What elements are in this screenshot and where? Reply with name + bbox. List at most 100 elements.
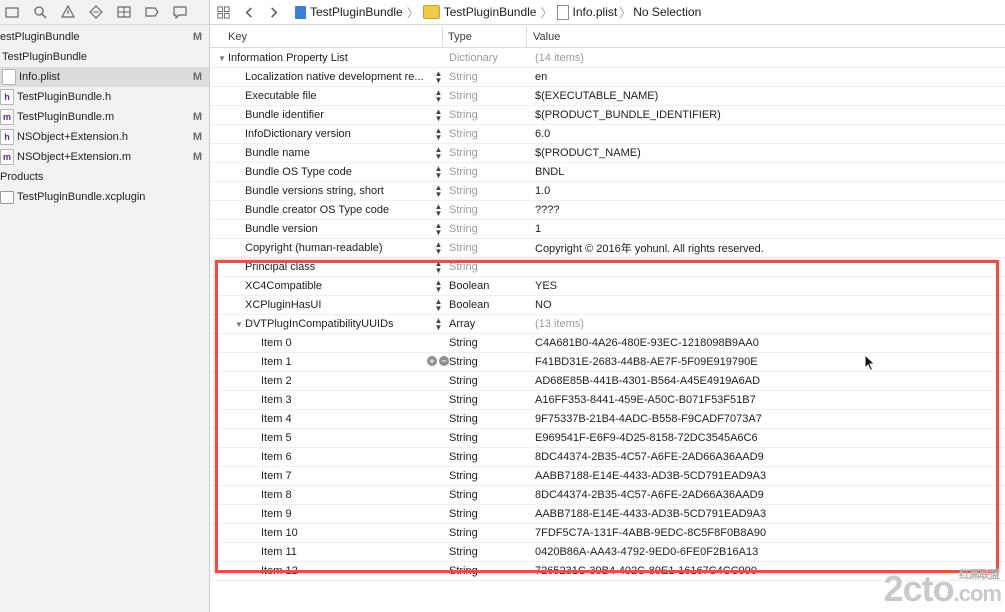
row-key[interactable]: DVTPlugInCompatibilityUUIDs — [245, 318, 394, 330]
file-tree-item[interactable]: TestPluginBundle.xcplugin — [0, 187, 209, 207]
row-value[interactable]: $(PRODUCT_NAME) — [529, 147, 641, 159]
array-item-row[interactable]: Item 0 String C4A681B0-4A26-480E-93EC-1218… — [210, 334, 1005, 353]
plist-entry-row[interactable]: XC4Compatible ▲ ▼ Boolean YES — [210, 277, 1005, 296]
row-value[interactable]: YES — [529, 280, 557, 292]
row-value[interactable]: 7265231C-39B4-402C-89E1-16167C4CC990 — [529, 565, 757, 577]
row-value[interactable]: E969541F-E6F9-4D25-8158-72DC3545A6C6 — [529, 432, 758, 444]
row-key[interactable]: Bundle version — [245, 223, 318, 235]
file-tree-item[interactable]: h NSObject+Extension.h M — [0, 127, 209, 147]
key-stepper-icon[interactable]: ▲ ▼ — [432, 165, 445, 180]
forward-chevron-icon[interactable] — [265, 4, 281, 20]
plist-entry-row[interactable]: Bundle OS Type code ▲ ▼ String BNDL — [210, 163, 1005, 182]
key-stepper-icon[interactable]: ▲ ▼ — [432, 108, 445, 123]
array-item-row[interactable]: Item 1 String F41BD31E-2683-44B8-AE7F-5F09… — [210, 353, 1005, 372]
plist-entry-row[interactable]: Bundle creator OS Type code ▲ ▼ String???? — [210, 201, 1005, 220]
row-type[interactable]: Array — [445, 318, 529, 330]
row-type[interactable]: String — [445, 147, 529, 159]
row-value[interactable]: 1.0 — [529, 185, 550, 197]
row-key[interactable]: Principal class — [245, 261, 315, 273]
row-value[interactable]: AABB7188-E14E-4433-AD3B-5CD791EAD9A3 — [529, 470, 766, 482]
row-key[interactable]: Bundle OS Type code — [245, 166, 352, 178]
array-item-row[interactable]: Item 8 String 8DC44374-2B35-4C57-A6FE-2AD6… — [210, 486, 1005, 505]
row-key[interactable]: Bundle name — [245, 147, 310, 159]
key-stepper-icon[interactable]: ▲ ▼ — [432, 222, 445, 237]
breadcrumb-group[interactable]: TestPluginBundle — [422, 5, 536, 19]
breadcrumb-file[interactable]: Info.plist — [556, 4, 617, 20]
array-item-row[interactable]: Item 3 String A16FF353-8441-459E-A50C-B071… — [210, 391, 1005, 410]
row-type[interactable]: Boolean — [445, 299, 529, 311]
row-value[interactable]: Copyright © 2016年 yohunl. All rights res… — [529, 240, 764, 256]
plist-entry-row[interactable]: Bundle name ▲ ▼ String $(PRODUCT_NAME) — [210, 144, 1005, 163]
row-type[interactable]: String — [445, 185, 529, 197]
row-key[interactable]: Copyright (human-readable) — [245, 242, 383, 254]
row-key[interactable]: XC4Compatible — [245, 280, 322, 292]
row-type[interactable]: String — [445, 413, 529, 425]
key-stepper-icon[interactable]: ▲ ▼ — [432, 184, 445, 199]
search-icon[interactable] — [32, 4, 48, 20]
row-key[interactable]: XCPluginHasUI — [245, 299, 321, 311]
row-type[interactable]: String — [445, 90, 529, 102]
row-type[interactable]: String — [445, 489, 529, 501]
file-tree-item[interactable]: Products — [0, 167, 209, 187]
row-type[interactable]: String — [445, 128, 529, 140]
row-type[interactable]: String — [445, 470, 529, 482]
row-key[interactable]: Item 5 — [261, 432, 292, 444]
warning-icon[interactable] — [60, 4, 76, 20]
row-type[interactable]: String — [445, 508, 529, 520]
remove-row-icon[interactable]: − — [439, 356, 449, 366]
file-tree-item[interactable]: h TestPluginBundle.h — [0, 87, 209, 107]
key-stepper-icon[interactable]: ▲ ▼ — [432, 70, 445, 85]
row-type[interactable]: String — [445, 223, 529, 235]
key-stepper-icon[interactable]: ▲ ▼ — [432, 241, 445, 256]
row-key[interactable]: Item 1 — [261, 356, 292, 368]
row-value[interactable]: A16FF353-8441-459E-A50C-B071F53F51B7 — [529, 394, 756, 406]
row-type[interactable]: String — [445, 71, 529, 83]
breadcrumb-project[interactable]: TestPluginBundle — [295, 5, 403, 19]
array-item-row[interactable]: Item 11 String 0420B86A-AA43-4792-9ED0-6FE… — [210, 543, 1005, 562]
file-tree-item[interactable]: Info.plist M — [0, 67, 209, 87]
row-value[interactable]: 8DC44374-2B35-4C57-A6FE-2AD66A36AAD9 — [529, 489, 764, 501]
row-key[interactable]: Item 2 — [261, 375, 292, 387]
file-tree-item[interactable]: estPluginBundle M — [0, 27, 209, 47]
plist-entry-row[interactable]: Copyright (human-readable) ▲ ▼ String Copyri… — [210, 239, 1005, 258]
key-stepper-icon[interactable]: ▲ ▼ — [432, 203, 445, 218]
row-type[interactable]: String — [445, 337, 529, 349]
key-stepper-icon[interactable]: ▲ ▼ — [432, 260, 445, 275]
row-type[interactable]: Boolean — [445, 280, 529, 292]
row-value[interactable]: 1 — [529, 223, 541, 235]
row-key[interactable]: Item 7 — [261, 470, 292, 482]
row-type[interactable]: String — [445, 109, 529, 121]
array-item-row[interactable]: Item 10 String 7FDF5C7A-131F-4ABB-9EDC-8C5… — [210, 524, 1005, 543]
row-type[interactable]: String — [445, 261, 529, 273]
folder-icon[interactable] — [4, 4, 20, 20]
test-diamond-icon[interactable] — [88, 4, 104, 20]
array-item-row[interactable]: Item 6 String 8DC44374-2B35-4C57-A6FE-2AD6… — [210, 448, 1005, 467]
row-key[interactable]: Item 0 — [261, 337, 292, 349]
row-value[interactable]: en — [529, 71, 547, 83]
row-value[interactable]: NO — [529, 299, 552, 311]
row-value[interactable]: 8DC44374-2B35-4C57-A6FE-2AD66A36AAD9 — [529, 451, 764, 463]
plist-root-row[interactable]: ▼ Information Property List Dictionary (1… — [210, 49, 1005, 68]
row-type[interactable]: String — [445, 166, 529, 178]
row-value[interactable]: AD68E85B-441B-4301-B564-A45E4919A6AD — [529, 375, 760, 387]
plist-entry-row[interactable]: Bundle identifier ▲ ▼ String $(PRODUCT_BUNDL… — [210, 106, 1005, 125]
key-stepper-icon[interactable]: ▲ ▼ — [432, 146, 445, 161]
row-key[interactable]: Bundle identifier — [245, 109, 324, 121]
row-key[interactable]: Item 12 — [261, 565, 298, 577]
row-value[interactable]: (13 items) — [529, 318, 584, 330]
row-type[interactable]: String — [445, 432, 529, 444]
row-type[interactable]: String — [445, 527, 529, 539]
row-key[interactable]: Localization native development re... — [245, 71, 424, 83]
breadcrumb-selection[interactable]: No Selection — [633, 5, 701, 19]
row-type[interactable]: String — [445, 451, 529, 463]
array-item-row[interactable]: Item 2 String AD68E85B-441B-4301-B564-A45E… — [210, 372, 1005, 391]
key-stepper-icon[interactable]: ▲ ▼ — [432, 279, 445, 294]
key-stepper-icon[interactable]: ▲ ▼ — [432, 89, 445, 104]
array-item-row[interactable]: Item 9 String AABB7188-E14E-4433-AD3B-5CD7… — [210, 505, 1005, 524]
row-value[interactable]: C4A681B0-4A26-480E-93EC-1218098B9AA0 — [529, 337, 759, 349]
row-value[interactable]: $(EXECUTABLE_NAME) — [529, 90, 658, 102]
row-key[interactable]: Item 9 — [261, 508, 292, 520]
row-type[interactable]: String — [445, 565, 529, 577]
row-type[interactable]: String — [445, 242, 529, 254]
key-stepper-icon[interactable]: ▲ ▼ — [432, 298, 445, 313]
